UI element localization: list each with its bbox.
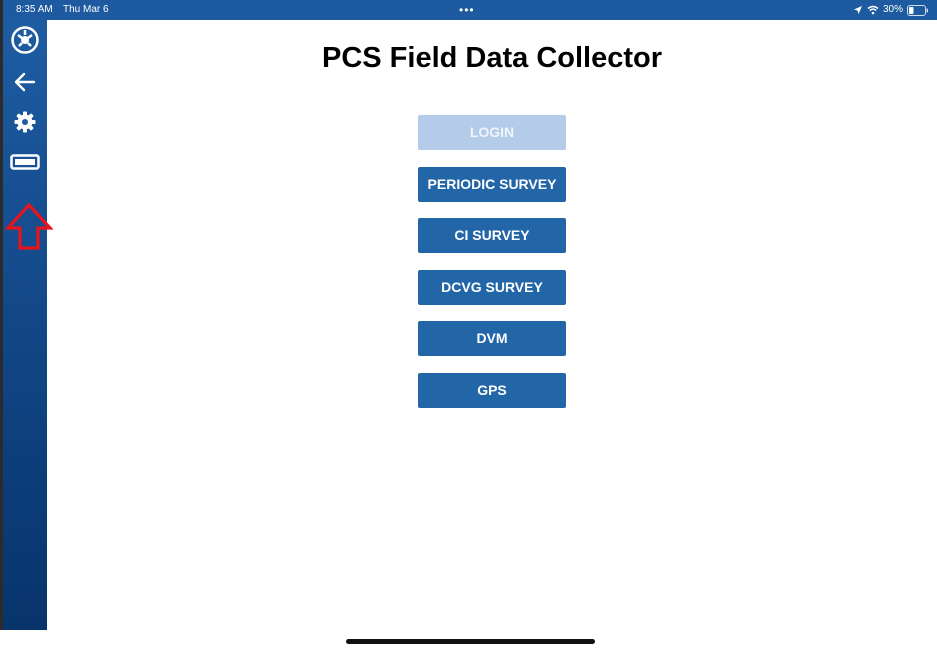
wifi-icon xyxy=(867,5,879,15)
gps-button[interactable]: GPS xyxy=(418,373,566,408)
ci-survey-button[interactable]: CI SURVEY xyxy=(418,218,566,253)
multitasking-dots[interactable]: ••• xyxy=(459,0,475,20)
battery-outline-icon xyxy=(10,153,40,175)
back-button[interactable] xyxy=(9,68,41,100)
home-indicator[interactable] xyxy=(346,639,595,644)
battery-percent: 30% xyxy=(882,4,903,15)
location-icon xyxy=(853,5,863,15)
back-arrow-icon xyxy=(13,71,37,98)
battery-status-button[interactable] xyxy=(9,148,41,180)
login-button[interactable]: LOGIN xyxy=(418,115,566,150)
settings-button[interactable] xyxy=(9,108,41,140)
dvm-button[interactable]: DVM xyxy=(418,321,566,356)
up-arrow-outline-icon xyxy=(4,202,54,257)
page-title: PCS Field Data Collector xyxy=(321,42,662,74)
status-bar: 8:35 AM Thu Mar 6 ••• 30% xyxy=(3,0,937,20)
status-indicators: 30% xyxy=(853,0,929,20)
status-time: 8:35 AM xyxy=(16,4,53,15)
status-date: Thu Mar 6 xyxy=(63,4,109,15)
sidebar xyxy=(3,20,54,630)
periodic-survey-button[interactable]: PERIODIC SURVEY xyxy=(418,167,566,202)
gear-icon xyxy=(13,110,37,139)
app-logo-button[interactable] xyxy=(9,25,41,60)
app-logo-icon xyxy=(10,25,40,60)
dcvg-survey-button[interactable]: DCVG SURVEY xyxy=(418,270,566,305)
battery-icon xyxy=(907,4,929,16)
